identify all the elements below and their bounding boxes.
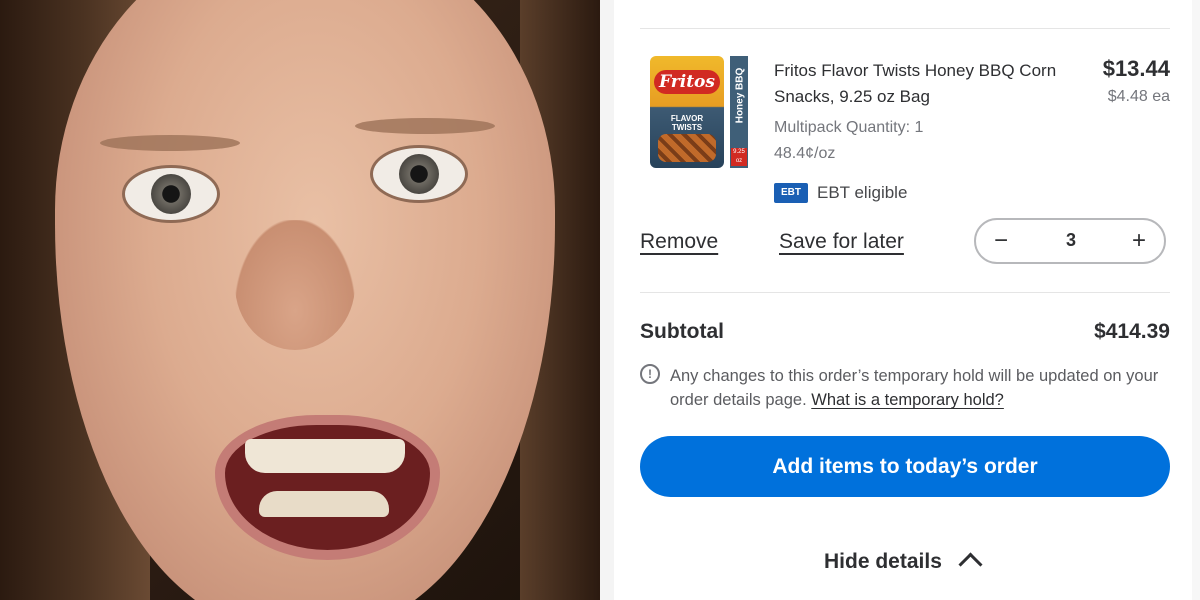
panel-edge-right [1192,0,1200,600]
product-image[interactable]: Fritos FLAVOR TWISTS Honey BBQ 9.25 oz [646,54,750,170]
quantity-stepper: − 3 + [974,218,1166,264]
save-for-later-link[interactable]: Save for later [779,230,904,254]
package-size: 9.25 oz [731,148,747,166]
product-price: $13.44 [1102,56,1170,81]
hide-details-label: Hide details [824,550,942,573]
minus-icon[interactable]: − [990,228,1012,254]
divider [640,292,1170,293]
package-side-label: Honey BBQ 9.25 oz [730,56,748,168]
temporary-hold-link[interactable]: What is a temporary hold? [811,391,1004,409]
package-flavor: Honey BBQ [734,67,746,124]
subtotal-value: $414.39 [1094,320,1170,343]
ebt-eligible-label: EBT eligible [817,183,908,202]
hide-details-toggle[interactable]: Hide details [824,550,983,580]
plus-icon[interactable]: + [1128,228,1150,254]
right-eyebrow [355,118,495,134]
package-twists: FLAVOR TWISTS [670,114,704,132]
chevron-up-icon [958,552,983,577]
add-items-to-order-button[interactable]: Add items to today’s order [640,436,1170,497]
subtotal-label: Subtotal [640,320,724,343]
right-eye [370,145,468,203]
nose [235,220,355,350]
person-photo [0,0,600,600]
product-title[interactable]: Fritos Flavor Twists Honey BBQ Corn Snac… [774,58,1074,110]
multipack-quantity: Multipack Quantity: 1 [774,119,924,136]
ebt-badge-icon: EBT [774,183,808,203]
quantity-value: 3 [1065,230,1076,250]
remove-link[interactable]: Remove [640,230,718,254]
unit-price: $4.48 ea [1107,88,1170,105]
chips-graphic [658,134,716,162]
price-per-ounce: 48.4¢/oz [774,145,836,162]
package-brand: Fritos [654,70,720,94]
temporary-hold-notice: Any changes to this order’s temporary ho… [670,364,1175,412]
fritos-bag-image: Fritos FLAVOR TWISTS [650,56,724,168]
left-eye [122,165,220,223]
info-icon: ! [640,364,660,384]
cart-panel: Fritos FLAVOR TWISTS Honey BBQ 9.25 oz F… [600,0,1200,600]
panel-edge [600,0,614,600]
left-eyebrow [100,135,240,151]
divider [640,28,1170,29]
